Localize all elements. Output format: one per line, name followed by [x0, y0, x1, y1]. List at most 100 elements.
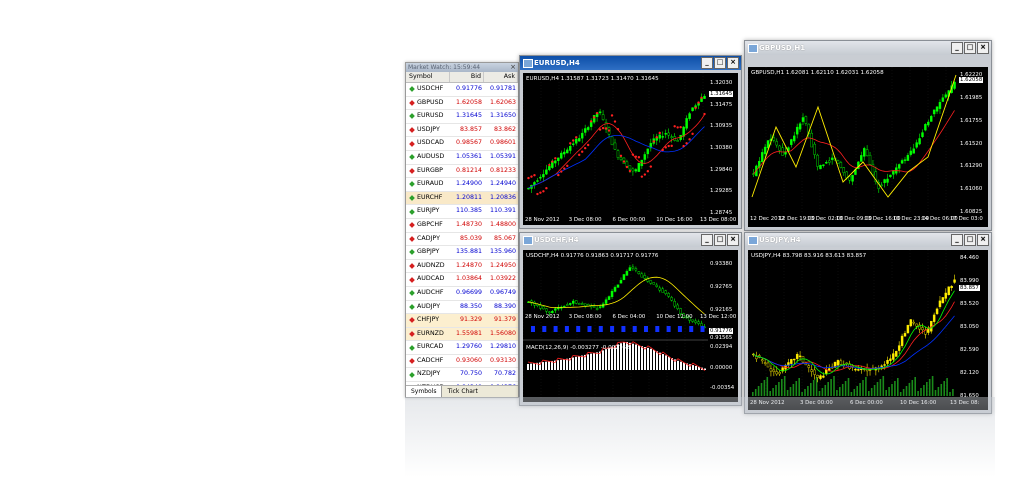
maximize-icon[interactable]: □	[964, 234, 976, 246]
market-watch-title-text: Market Watch: 15:59:44	[408, 64, 481, 71]
ask-cell: 1.20836	[489, 193, 516, 201]
up-arrow-icon	[409, 208, 415, 215]
y-tick-label: 0.91565	[710, 335, 733, 341]
bid-cell: 0.91776	[455, 85, 482, 92]
market-watch-tabs: Symbols Tick Chart	[406, 385, 518, 397]
close-icon[interactable]: ×	[510, 63, 516, 72]
close-icon[interactable]: ×	[977, 42, 989, 54]
maximize-icon[interactable]: □	[964, 42, 976, 54]
table-row[interactable]: NZDJPY 70.750 70.782	[406, 368, 518, 383]
table-row[interactable]: GBPCHF 1.48730 1.48800	[406, 218, 518, 233]
chart-plot-gbpusd[interactable]: GBPUSD,H1 1.62081 1.62110 1.62031 1.6205…	[748, 67, 988, 227]
table-row[interactable]: EURNZD 1.55981 1.56080	[406, 327, 518, 342]
symbol-cell: EURCAD	[406, 341, 450, 354]
ask-cell: 135.960	[489, 248, 516, 256]
table-row[interactable]: EURGBP 0.81214 0.81233	[406, 164, 518, 179]
x-tick-label: 13 Dec 12:00	[700, 314, 737, 320]
tab-tick-chart[interactable]: Tick Chart	[442, 386, 482, 397]
down-arrow-icon	[409, 168, 415, 174]
price-box-usdchf: 0.91776	[709, 328, 734, 334]
table-row[interactable]: USDCAD 0.98567 0.98601	[406, 137, 518, 151]
bid-cell: 91.329	[459, 316, 482, 324]
table-row[interactable]: AUDCAD 1.03864 1.03922	[406, 273, 518, 287]
symbol-name: EURNZD	[417, 329, 444, 337]
chart-plot-eurusd[interactable]: EURUSD,H4 1.31587 1.31723 1.31470 1.3164…	[523, 73, 738, 225]
symbol-name: AUDCHF	[417, 288, 444, 296]
table-row[interactable]: EURUSD 1.31645 1.31650	[406, 110, 518, 124]
table-row[interactable]: GBPUSD 1.62058 1.62063	[406, 96, 518, 111]
column-header-symbol[interactable]: Symbol	[406, 72, 450, 82]
y-tick-label: 1.61290	[960, 163, 983, 170]
table-row[interactable]: EURAUD 1.24900 1.24940	[406, 178, 518, 192]
maximize-icon[interactable]: □	[714, 234, 726, 246]
symbol-name: GBPCHF	[417, 220, 443, 228]
table-row[interactable]: EURCAD 1.29760 1.29810	[406, 341, 518, 355]
up-arrow-icon	[409, 290, 415, 297]
table-row[interactable]: USDCHF 0.91776 0.91781	[406, 83, 518, 97]
market-watch-header: Symbol Bid Ask	[406, 72, 518, 83]
table-row[interactable]: CADJPY 85.039 85.067	[406, 232, 518, 247]
y-tick-label: 83.050	[960, 324, 979, 330]
price-chart-eurusd	[523, 73, 706, 213]
minimize-icon[interactable]: _	[951, 42, 963, 54]
chart-title-bar-eurusd[interactable]: EURUSD,H4 _ □ ×	[520, 56, 741, 70]
symbol-name: EURUSD	[417, 112, 444, 120]
symbol-name: EURAUD	[417, 180, 444, 188]
market-watch-rows: USDCHF 0.91776 0.91781 GBPUSD 1.62058 1.62063…	[406, 83, 518, 396]
chart-window-eurusd[interactable]: EURUSD,H4 _ □ × EURUSD,H4 1.31587 1.3172…	[519, 55, 742, 229]
minimize-icon[interactable]: _	[951, 234, 963, 246]
ask-cell: 0.81233	[489, 166, 516, 174]
market-watch-title[interactable]: Market Watch: 15:59:44 ×	[406, 63, 518, 72]
table-row[interactable]: EURCHF 1.20811 1.20836	[406, 191, 518, 206]
chart-window-gbpusd[interactable]: GBPUSD,H1 _ □ × GBPUSD,H1 1.62081 1.6211…	[744, 40, 992, 231]
column-header-bid[interactable]: Bid	[450, 72, 484, 82]
chart-plot-usdjpy[interactable]: USDJPY,H4 83.798 83.916 83.613 83.857 84…	[748, 250, 988, 410]
table-row[interactable]: AUDNZD 1.24870 1.24950	[406, 259, 518, 274]
ask-cell: 1.24950	[489, 261, 516, 269]
symbol-name: AUDUSD	[417, 152, 445, 160]
chart-info-eurusd: EURUSD,H4 1.31587 1.31723 1.31470 1.3164…	[526, 76, 659, 82]
chart-title-bar-usdchf[interactable]: USDCHF,H4 _ □ ×	[520, 233, 741, 247]
table-row[interactable]: CHFJPY 91.329 91.379	[406, 314, 518, 328]
bid-cell: 1.55981	[455, 329, 482, 337]
symbol-cell: EURNZD	[406, 328, 450, 341]
symbol-cell: AUDCHF	[406, 287, 450, 300]
chart-title-eurusd: EURUSD,H4	[534, 59, 580, 67]
table-row[interactable]: USDJPY 83.857 83.862	[406, 123, 518, 138]
table-row[interactable]: GBPJPY 135.881 135.960	[406, 246, 518, 260]
chart-title-bar-gbpusd[interactable]: GBPUSD,H1 _ □ ×	[745, 41, 991, 55]
chart-info-usdchf: USDCHF,H4 0.91776 0.91863 0.91717 0.9177…	[526, 253, 659, 259]
minimize-icon[interactable]: _	[701, 234, 713, 246]
table-row[interactable]: EURJPY 110.385 110.391	[406, 205, 518, 219]
down-arrow-icon	[409, 140, 415, 147]
chart-window-usdjpy[interactable]: USDJPY,H4 _ □ × USDJPY,H4 83.798 83.916 …	[744, 232, 992, 414]
close-icon[interactable]: ×	[727, 234, 739, 246]
symbol-cell: GBPJPY	[406, 246, 450, 259]
ask-cell: 0.91781	[489, 85, 516, 92]
table-row[interactable]: AUDJPY 88.350 88.390	[406, 300, 518, 315]
ask-cell: 1.29810	[489, 343, 516, 351]
y-tick-label: 1.29840	[710, 166, 733, 173]
ask-cell: 0.98601	[489, 139, 516, 147]
bid-cell: 0.96699	[455, 288, 482, 296]
x-tick-label: 3 Dec 08:00	[568, 217, 602, 223]
symbol-name: NZDJPY	[417, 370, 441, 378]
symbol-cell: GBPCHF	[406, 219, 450, 232]
column-header-ask[interactable]: Ask	[484, 72, 518, 82]
table-row[interactable]: AUDCHF 0.96699 0.96749	[406, 286, 518, 301]
chart-title-bar-usdjpy[interactable]: USDJPY,H4 _ □ ×	[745, 233, 991, 247]
tab-symbols[interactable]: Symbols	[406, 386, 443, 397]
close-icon[interactable]: ×	[977, 234, 989, 246]
up-arrow-icon	[409, 303, 415, 310]
chart-window-usdchf[interactable]: USDCHF,H4 _ □ × USDCHF,H4 0.91776 0.9186…	[519, 232, 742, 406]
ask-cell: 1.62063	[489, 98, 516, 106]
table-row[interactable]: CADCHF 0.93060 0.93130	[406, 354, 518, 369]
reflection	[405, 397, 995, 477]
chart-plot-usdchf[interactable]: USDCHF,H4 0.91776 0.91863 0.91717 0.9177…	[523, 250, 738, 402]
close-icon[interactable]: ×	[727, 57, 739, 69]
table-row[interactable]: AUDUSD 1.05361 1.05391	[406, 150, 518, 165]
chart-icon	[523, 236, 533, 245]
symbol-name: CADJPY	[417, 234, 440, 242]
minimize-icon[interactable]: _	[701, 57, 713, 69]
maximize-icon[interactable]: □	[714, 57, 726, 69]
